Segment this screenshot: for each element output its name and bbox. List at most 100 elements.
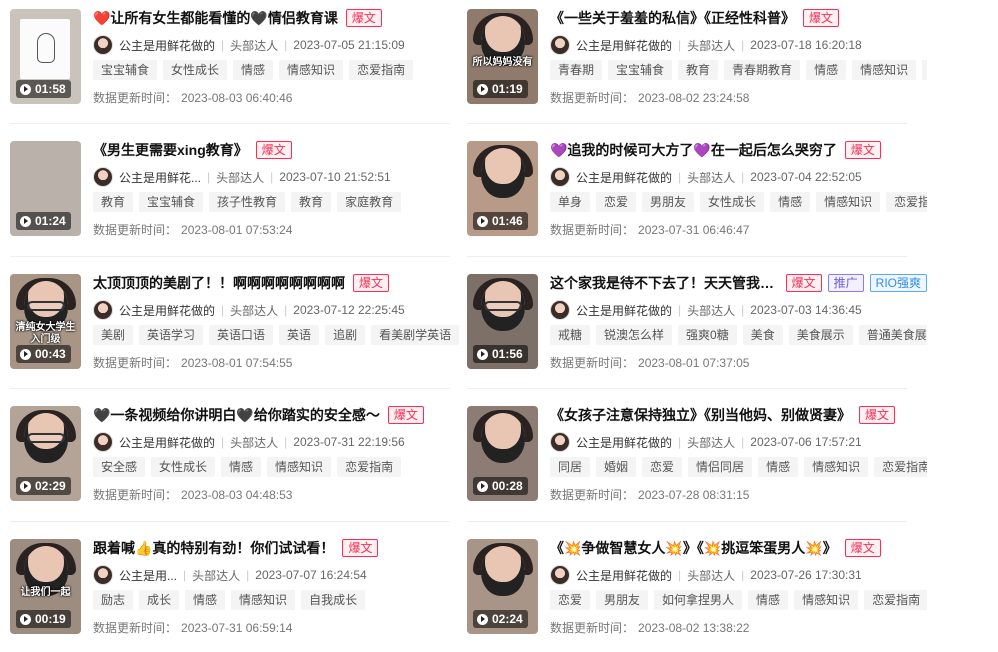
author-name[interactable]: 公主是用鲜花做的 bbox=[119, 37, 215, 54]
video-thumbnail[interactable]: 所以妈妈没有 01:19 bbox=[467, 9, 538, 104]
tag-chip[interactable]: 恋爱指南 bbox=[922, 60, 927, 80]
avatar[interactable] bbox=[550, 35, 570, 55]
tag-chip[interactable]: 看美剧学英语 bbox=[371, 325, 460, 345]
tag-chip[interactable]: 美食 bbox=[742, 325, 783, 345]
tag-chip[interactable]: 男朋友 bbox=[642, 192, 695, 212]
tag-chip[interactable]: 情感知识 bbox=[852, 60, 917, 80]
tag-chip[interactable]: 成长 bbox=[139, 590, 180, 610]
tag-chip[interactable]: 普通美食展示 bbox=[858, 325, 927, 345]
tag-chip[interactable]: 宝宝辅食 bbox=[608, 60, 673, 80]
tag-chip[interactable]: 教育 bbox=[93, 192, 134, 212]
video-title[interactable]: 💜追我的时候可大方了💜在一起后怎么哭穷了 bbox=[550, 140, 837, 160]
tag-chip[interactable]: 单身 bbox=[550, 192, 591, 212]
video-title[interactable]: 太顶顶顶的美剧了！！啊啊啊啊啊啊啊啊 bbox=[93, 273, 345, 293]
avatar[interactable] bbox=[93, 300, 113, 320]
video-thumbnail[interactable]: 清纯女大学生入门级 00:43 bbox=[10, 274, 81, 369]
tag-chip[interactable]: 追剧 bbox=[325, 325, 366, 345]
video-title[interactable]: 这个家我是待不下去了！天天管我！天天管我！ bbox=[550, 273, 778, 293]
tag-chip[interactable]: 励志 bbox=[93, 590, 134, 610]
tag-chip[interactable]: 孩子性教育 bbox=[209, 192, 286, 212]
tag-chip[interactable]: 家庭教育 bbox=[337, 192, 402, 212]
video-title[interactable]: 《一些关于羞羞的私信》《正经性科普》 bbox=[550, 8, 795, 28]
author-name[interactable]: 公主是用鲜花做的 bbox=[119, 302, 215, 319]
video-title[interactable]: 🖤一条视频给你讲明白🖤给你踏实的安全感～ bbox=[93, 405, 380, 425]
tag-chip[interactable]: 情感知识 bbox=[231, 590, 296, 610]
author-name[interactable]: 公主是用鲜花... bbox=[119, 169, 201, 186]
tag-chip[interactable]: 戒糖 bbox=[550, 325, 591, 345]
tag-chip[interactable]: 情感知识 bbox=[804, 457, 869, 477]
tag-chip[interactable]: 恋爱指南 bbox=[349, 60, 414, 80]
video-title[interactable]: 《女孩子注意保持独立》《别当他妈、别做贤妻》 bbox=[550, 405, 851, 425]
tag-chip[interactable]: 情感知识 bbox=[794, 590, 859, 610]
tag-chip[interactable]: 恋爱 bbox=[642, 457, 683, 477]
tag-chip[interactable]: 情侣同居 bbox=[688, 457, 753, 477]
author-name[interactable]: 公主是用鲜花做的 bbox=[576, 567, 672, 584]
tag-chip[interactable]: 美食展示 bbox=[788, 325, 853, 345]
tag-chip[interactable]: 恋爱指南 bbox=[874, 457, 927, 477]
tag-chip[interactable]: 恋爱指南 bbox=[864, 590, 927, 610]
tag-chip[interactable]: 情感 bbox=[758, 457, 799, 477]
video-thumbnail[interactable]: 01:24 bbox=[10, 141, 81, 236]
tag-chip[interactable]: 情感 bbox=[221, 457, 262, 477]
tag-chip[interactable]: 强爽0糖 bbox=[678, 325, 737, 345]
tag-list: 戒糖锐澳怎么样强爽0糖美食美食展示普通美食展示 bbox=[550, 325, 927, 345]
author-name[interactable]: 公主是用鲜花做的 bbox=[576, 37, 672, 54]
video-thumbnail[interactable]: 01:56 bbox=[467, 274, 538, 369]
tag-chip[interactable]: 女性成长 bbox=[163, 60, 228, 80]
video-thumbnail[interactable]: 00:28 bbox=[467, 406, 538, 501]
tag-chip[interactable]: 英语学习 bbox=[139, 325, 204, 345]
video-title[interactable]: ❤️让所有女生都能看懂的🖤情侣教育课 bbox=[93, 8, 338, 28]
tag-chip[interactable]: 青春期 bbox=[550, 60, 603, 80]
avatar[interactable] bbox=[550, 300, 570, 320]
avatar[interactable] bbox=[550, 167, 570, 187]
avatar[interactable] bbox=[93, 432, 113, 452]
tag-chip[interactable]: 婚姻 bbox=[596, 457, 637, 477]
tag-chip[interactable]: 恋爱指南 bbox=[886, 192, 927, 212]
tag-chip[interactable]: 教育 bbox=[678, 60, 719, 80]
avatar[interactable] bbox=[550, 565, 570, 585]
tag-chip[interactable]: 锐澳怎么样 bbox=[596, 325, 673, 345]
tag-chip[interactable]: 宝宝辅食 bbox=[93, 60, 158, 80]
tag-chip[interactable]: 自我成长 bbox=[301, 590, 366, 610]
tag-chip[interactable]: 如何拿捏男人 bbox=[654, 590, 743, 610]
tag-chip[interactable]: 情感 bbox=[806, 60, 847, 80]
tag-chip[interactable]: 情感 bbox=[748, 590, 789, 610]
tag-chip[interactable]: 情感 bbox=[233, 60, 274, 80]
video-thumbnail[interactable]: 01:58 bbox=[10, 9, 81, 104]
tag-chip[interactable]: 青春期教育 bbox=[724, 60, 801, 80]
tag-chip[interactable]: 恋爱 bbox=[550, 590, 591, 610]
tag-chip[interactable]: 情感知识 bbox=[816, 192, 881, 212]
tag-chip[interactable]: 安全感 bbox=[93, 457, 146, 477]
author-name[interactable]: 公主是用鲜花做的 bbox=[576, 169, 672, 186]
video-title[interactable]: 跟着喊👍真的特别有劲！你们试试看！ bbox=[93, 538, 334, 558]
author-name[interactable]: 公主是用鲜花做的 bbox=[576, 302, 672, 319]
video-thumbnail[interactable]: 01:46 bbox=[467, 141, 538, 236]
author-name[interactable]: 公主是用鲜花做的 bbox=[119, 434, 215, 451]
tag-chip[interactable]: 同居 bbox=[550, 457, 591, 477]
avatar[interactable] bbox=[550, 432, 570, 452]
tag-chip[interactable]: 情感 bbox=[770, 192, 811, 212]
video-thumbnail[interactable]: 让我们一起 00:19 bbox=[10, 539, 81, 634]
tag-chip[interactable]: 英语 bbox=[279, 325, 320, 345]
avatar[interactable] bbox=[93, 35, 113, 55]
tag-chip[interactable]: 男朋友 bbox=[596, 590, 649, 610]
video-title[interactable]: 《男生更需要xing教育》 bbox=[93, 140, 248, 160]
tag-chip[interactable]: 女性成长 bbox=[151, 457, 216, 477]
author-name[interactable]: 公主是用... bbox=[119, 567, 177, 584]
tag-chip[interactable]: 情感知识 bbox=[267, 457, 332, 477]
tag-chip[interactable]: 英语口语 bbox=[209, 325, 274, 345]
tag-chip[interactable]: 恋爱 bbox=[596, 192, 637, 212]
tag-chip[interactable]: 教育 bbox=[291, 192, 332, 212]
video-thumbnail[interactable]: 02:24 bbox=[467, 539, 538, 634]
tag-chip[interactable]: 情感知识 bbox=[279, 60, 344, 80]
tag-chip[interactable]: 宝宝辅食 bbox=[139, 192, 204, 212]
avatar[interactable] bbox=[93, 167, 113, 187]
video-thumbnail[interactable]: 02:29 bbox=[10, 406, 81, 501]
tag-chip[interactable]: 情感 bbox=[185, 590, 226, 610]
tag-chip[interactable]: 美剧 bbox=[93, 325, 134, 345]
video-title[interactable]: 《💥争做智慧女人💥》《💥挑逗笨蛋男人💥》 bbox=[550, 538, 837, 558]
avatar[interactable] bbox=[93, 565, 113, 585]
author-name[interactable]: 公主是用鲜花做的 bbox=[576, 434, 672, 451]
tag-chip[interactable]: 女性成长 bbox=[700, 192, 765, 212]
tag-chip[interactable]: 恋爱指南 bbox=[337, 457, 402, 477]
